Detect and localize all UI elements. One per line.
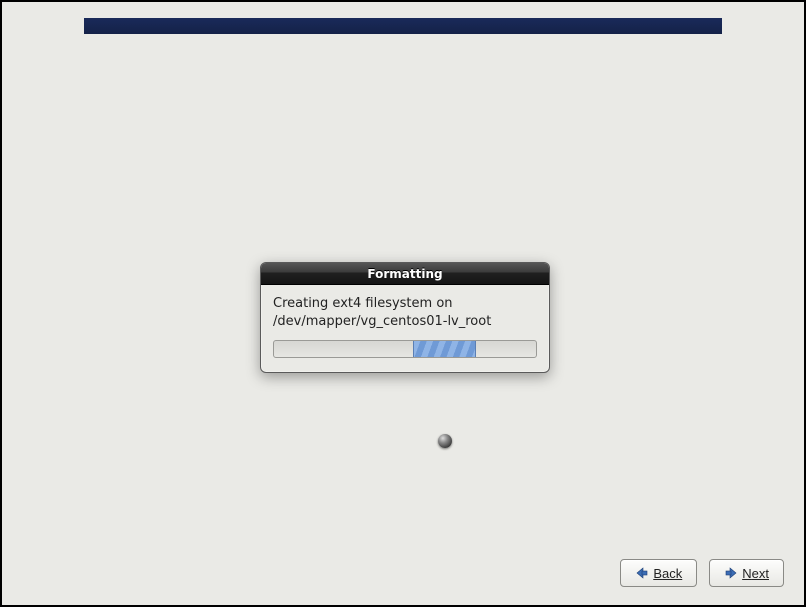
header-banner <box>84 18 722 34</box>
next-button-label: Next <box>742 566 769 581</box>
back-button[interactable]: Back <box>620 559 697 587</box>
dialog-title: Formatting <box>261 263 549 285</box>
arrow-right-icon <box>724 566 738 580</box>
formatting-dialog: Formatting Creating ext4 filesystem on /… <box>260 262 550 373</box>
progress-bar <box>273 340 537 358</box>
wizard-footer: Back Next <box>620 559 784 587</box>
dialog-message: Creating ext4 filesystem on /dev/mapper/… <box>273 295 537 330</box>
progress-fill <box>413 341 476 357</box>
arrow-left-icon <box>635 566 649 580</box>
back-button-label: Back <box>653 566 682 581</box>
dialog-body: Creating ext4 filesystem on /dev/mapper/… <box>261 285 549 372</box>
next-button[interactable]: Next <box>709 559 784 587</box>
busy-cursor-icon <box>438 434 452 448</box>
